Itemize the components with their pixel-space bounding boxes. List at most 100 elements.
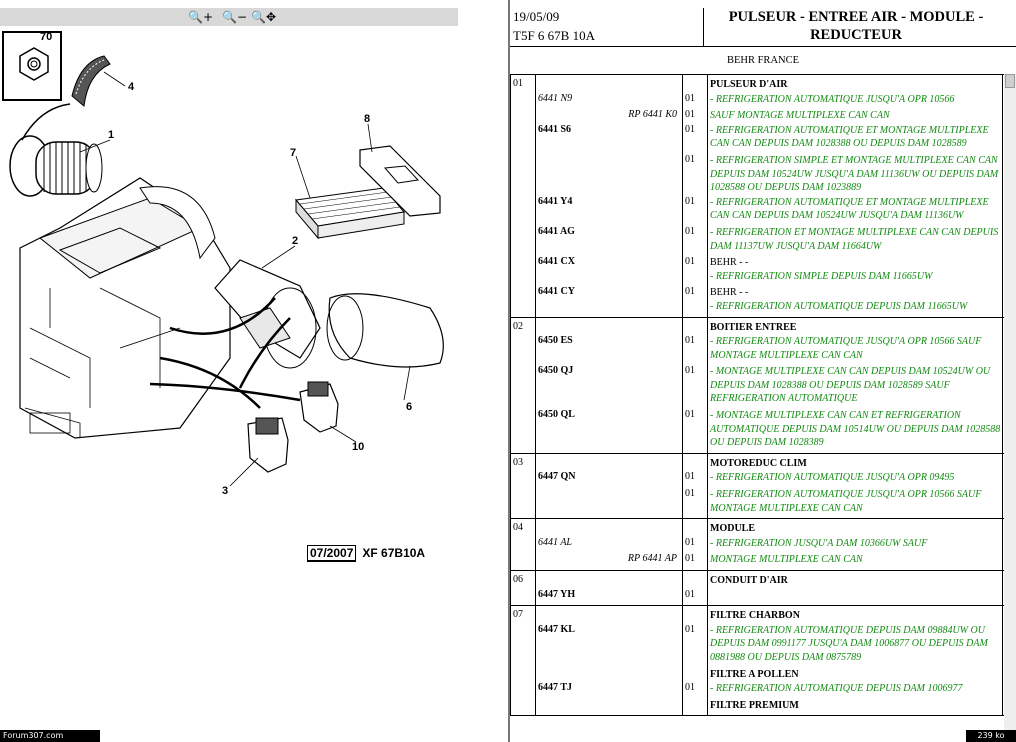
table-row[interactable]: 6447 QN 01 - REFRIGERATION AUTOMATIQUE JUS… bbox=[510, 471, 1004, 485]
zoom-in-icon[interactable]: 🔍+ bbox=[188, 9, 213, 25]
scrollbar-thumb[interactable] bbox=[1005, 74, 1015, 88]
table-row[interactable]: 6441 CX 01 BEHR - -- REFRIGERATION SIMPLE … bbox=[510, 256, 1004, 283]
part-quantity: 01 bbox=[685, 488, 695, 500]
part-label: FILTRE A POLLEN bbox=[710, 668, 799, 680]
part-reference[interactable]: 6447 QN bbox=[538, 471, 576, 482]
replacement-reference[interactable]: RP 6441 AP bbox=[628, 553, 677, 564]
part-quantity: 01 bbox=[685, 286, 695, 298]
table-row[interactable]: MODULE bbox=[510, 522, 1004, 536]
part-reference[interactable]: 6441 Y4 bbox=[538, 196, 572, 207]
table-row[interactable]: BOITIER ENTREE bbox=[510, 321, 1004, 335]
part-label: FILTRE CHARBON bbox=[710, 610, 800, 622]
part-reference[interactable]: 6441 AG bbox=[538, 226, 575, 237]
part-reference[interactable]: 6450 ES bbox=[538, 335, 573, 346]
part-condition-note: - REFRIGERATION AUTOMATIQUE ET MONTAGE M… bbox=[710, 196, 989, 222]
table-row[interactable]: 6450 QJ 01 - MONTAGE MULTIPLEXE CAN CAN DE… bbox=[510, 365, 1004, 406]
manufacturer: BEHR FRANCE bbox=[726, 55, 800, 66]
table-row[interactable]: 6447 TJ 01 - REFRIGERATION AUTOMATIQUE DEP… bbox=[510, 682, 1004, 696]
table-row[interactable]: FILTRE A POLLEN bbox=[510, 668, 1004, 682]
part-group: 01 PULSEUR D'AIR 6441 N9 01 - REFRIGERATION … bbox=[510, 75, 1004, 318]
table-row[interactable]: 6450 QL 01 - MONTAGE MULTIPLEXE CAN CAN ET… bbox=[510, 409, 1004, 450]
header-divider bbox=[703, 8, 704, 46]
zoom-toolbar: 🔍+ 🔍− 🔍✥ bbox=[0, 8, 458, 26]
callout-6: 6 bbox=[406, 401, 412, 413]
file-size: 239 ko bbox=[966, 730, 1016, 742]
part-reference[interactable]: 6447 TJ bbox=[538, 682, 572, 693]
table-row[interactable]: 01 - REFRIGERATION AUTOMATIQUE JUSQU'A OP… bbox=[510, 488, 1004, 515]
table-row[interactable]: RP 6441 K0 01 SAUF MONTAGE MULTIPLEXE CAN … bbox=[510, 109, 1004, 123]
callout-1: 1 bbox=[108, 129, 114, 141]
part-group: 03 MOTOREDUC CLIM 6447 QN 01- REFRIGERATION… bbox=[510, 453, 1004, 520]
part-quantity: 01 bbox=[685, 588, 695, 600]
parts-list-pane: 19/05/09 T5F 6 67B 10A PULSEUR - ENTREE … bbox=[510, 0, 1016, 742]
callout-7: 7 bbox=[290, 147, 296, 159]
part-reference[interactable]: 6450 QJ bbox=[538, 365, 573, 376]
table-row[interactable]: 6447 KL 01 - REFRIGERATION AUTOMATIQUE DEP… bbox=[510, 624, 1004, 665]
part-condition-note: SAUF MONTAGE MULTIPLEXE CAN CAN bbox=[710, 110, 890, 122]
part-quantity: 01 bbox=[685, 623, 695, 635]
part-reference[interactable]: 6441 CX bbox=[538, 256, 575, 267]
part-quantity: 01 bbox=[685, 536, 695, 548]
zoom-pan-icon[interactable]: 🔍✥ bbox=[251, 9, 276, 25]
part-condition-note: - REFRIGERATION SIMPLE ET MONTAGE MULTIP… bbox=[710, 154, 999, 194]
vertical-scrollbar[interactable] bbox=[1004, 74, 1016, 742]
part-quantity: 01 bbox=[685, 123, 695, 135]
table-row[interactable]: 6441 S6 01 - REFRIGERATION AUTOMATIQUE ET … bbox=[510, 124, 1004, 151]
stamp-date: 07/2007 bbox=[307, 545, 357, 562]
table-row[interactable]: 6450 ES 01 - REFRIGERATION AUTOMATIQUE JUS… bbox=[510, 335, 1004, 362]
zoom-out-icon[interactable]: 🔍− bbox=[222, 9, 247, 25]
part-quantity: 01 bbox=[685, 92, 695, 104]
part-quantity: 01 bbox=[685, 365, 695, 377]
part-reference[interactable]: 6441 S6 bbox=[538, 124, 571, 135]
table-row[interactable]: 6441 AG 01 - REFRIGERATION ET MONTAGE MULT… bbox=[510, 226, 1004, 253]
parts-table: 01 PULSEUR D'AIR 6441 N9 01 - REFRIGERATION … bbox=[510, 74, 1004, 717]
part-quantity: 01 bbox=[685, 682, 695, 694]
part-condition-note: - REFRIGERATION SIMPLE DEPUIS DAM 11665U… bbox=[710, 270, 933, 282]
page-title: PULSEUR - ENTREE AIR - MODULE - REDUCTEU… bbox=[728, 9, 984, 43]
part-reference[interactable]: 6441 N9 bbox=[538, 93, 572, 104]
table-row[interactable]: RP 6441 AP 01 MONTAGE MULTIPLEXE CAN CAN bbox=[510, 553, 1004, 567]
part-condition-note bbox=[710, 589, 1002, 603]
callout-10: 10 bbox=[352, 441, 364, 453]
callout-70: 70 bbox=[40, 31, 52, 43]
part-reference[interactable]: 6450 QL bbox=[538, 409, 575, 420]
part-condition-note: - REFRIGERATION AUTOMATIQUE DEPUIS DAM 1… bbox=[710, 300, 968, 312]
part-label: CONDUIT D'AIR bbox=[710, 575, 788, 586]
part-label: FILTRE PREMIUM bbox=[710, 699, 799, 711]
part-quantity: 01 bbox=[685, 109, 695, 121]
part-quantity: 01 bbox=[685, 335, 695, 347]
table-row[interactable]: 6441 AL 01 - REFRIGERATION JUSQU'A DAM 103… bbox=[510, 537, 1004, 551]
table-row[interactable]: CONDUIT D'AIR bbox=[510, 574, 1004, 588]
part-condition-note: - REFRIGERATION AUTOMATIQUE ET MONTAGE M… bbox=[710, 124, 989, 150]
part-70-nut-icon bbox=[19, 47, 49, 81]
header-date: 19/05/09 bbox=[513, 9, 560, 24]
part-reference[interactable]: 6447 KL bbox=[538, 624, 575, 635]
part-condition-note: MONTAGE MULTIPLEXE CAN CAN bbox=[710, 554, 863, 566]
part-label: PULSEUR D'AIR bbox=[710, 79, 788, 90]
callout-2: 2 bbox=[292, 235, 298, 247]
table-row[interactable]: 6441 CY 01 BEHR - -- REFRIGERATION AUTOMAT… bbox=[510, 286, 1004, 313]
part-reference[interactable]: 6441 CY bbox=[538, 286, 575, 297]
table-row[interactable]: FILTRE CHARBON bbox=[510, 609, 1004, 623]
part-condition-note: - MONTAGE MULTIPLEXE CAN CAN ET REFRIGER… bbox=[710, 410, 1001, 449]
part-4-seal bbox=[71, 55, 111, 107]
part-group: 06 CONDUIT D'AIR 6447 YH 01 bbox=[510, 571, 1004, 607]
table-row[interactable]: MOTOREDUC CLIM bbox=[510, 457, 1004, 471]
header-code: T5F 6 67B 10A bbox=[513, 28, 595, 43]
table-row[interactable]: 6441 N9 01 - REFRIGERATION AUTOMATIQUE JUS… bbox=[510, 93, 1004, 107]
part-label: BEHR - - bbox=[710, 287, 749, 299]
table-row[interactable]: 6447 YH 01 bbox=[510, 589, 1004, 603]
part-quantity: 01 bbox=[685, 409, 695, 421]
table-row[interactable]: 01 - REFRIGERATION SIMPLE ET MONTAGE MULT… bbox=[510, 154, 1004, 195]
part-group: 04 MODULE 6441 AL 01- REFRIGERATION JUSQU'A… bbox=[510, 519, 1004, 571]
table-row[interactable]: FILTRE PREMIUM bbox=[510, 699, 1004, 713]
part-reference[interactable]: 6441 AL bbox=[538, 537, 572, 548]
table-row[interactable]: PULSEUR D'AIR bbox=[510, 78, 1004, 92]
callout-8: 8 bbox=[364, 113, 370, 125]
replacement-reference[interactable]: RP 6441 K0 bbox=[628, 109, 677, 120]
exploded-parts-diagram[interactable]: 70 4 1 8 7 2 6 10 3 bbox=[0, 28, 508, 568]
part-reference[interactable]: 6447 YH bbox=[538, 589, 575, 600]
table-row[interactable]: 6441 Y4 01 - REFRIGERATION AUTOMATIQUE ET … bbox=[510, 196, 1004, 223]
part-condition-note: - MONTAGE MULTIPLEXE CAN CAN DEPUIS DAM … bbox=[710, 366, 991, 405]
part-condition-note: - REFRIGERATION AUTOMATIQUE JUSQU'A OPR … bbox=[710, 472, 955, 484]
